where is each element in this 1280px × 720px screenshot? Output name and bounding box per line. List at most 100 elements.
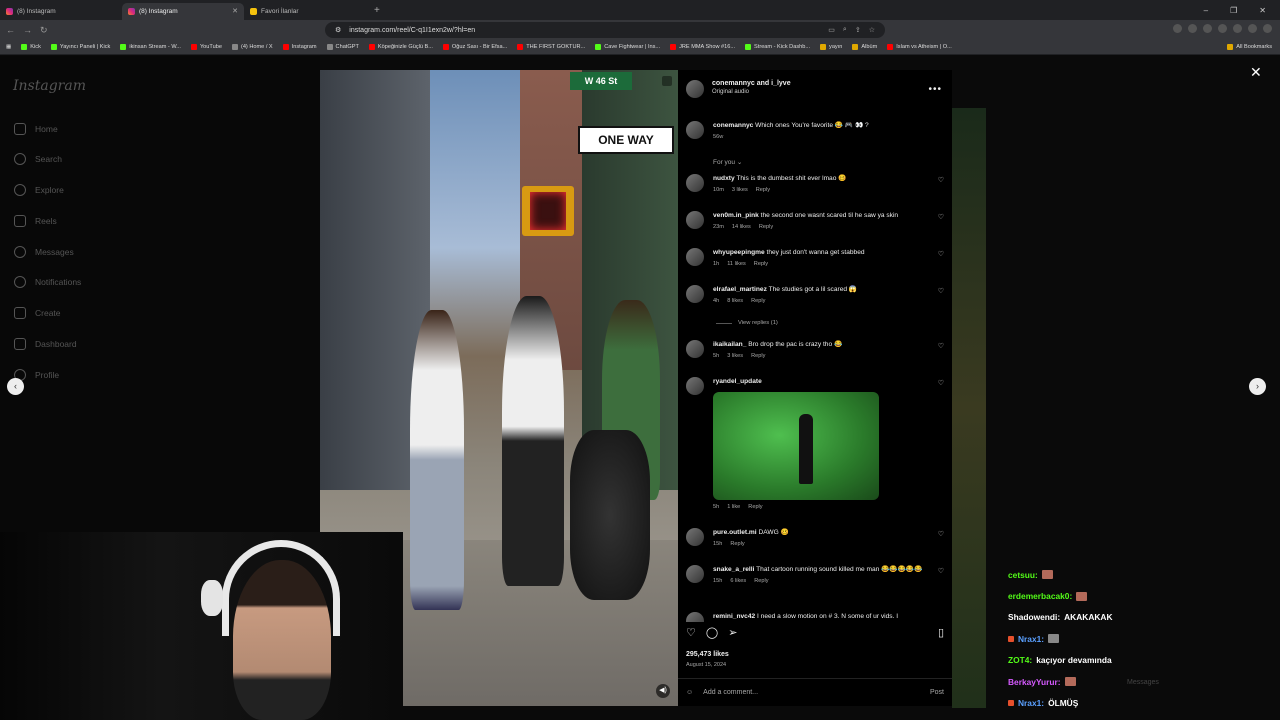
cast-icon[interactable]: ▭ [828,26,835,34]
bookmark-folder[interactable]: yayın [820,44,842,50]
sort-dropdown[interactable]: For you ⌄ [713,158,742,166]
likes-count[interactable]: 295,473 likes [686,651,729,658]
bookmark-folder[interactable]: Albüm [852,44,877,50]
more-options-icon[interactable]: ••• [928,84,942,95]
bookmark[interactable]: Islam vs Atheism | O... [887,44,952,50]
menu-icon[interactable] [1263,24,1272,33]
comment-icon[interactable]: ◯ [706,626,718,639]
sidebar-item-dashboard[interactable]: Dashboard [14,338,77,350]
avatar[interactable] [686,121,704,139]
avatar[interactable] [686,80,704,98]
bookmark[interactable]: Köpeğinizle Güçlü B... [368,44,433,50]
reply-button[interactable]: Reply [759,224,773,230]
heart-icon[interactable]: ♡ [938,530,944,547]
extension-icon[interactable] [1203,24,1212,33]
post-button[interactable]: Post [930,689,944,696]
bookmark[interactable]: (4) Home / X [231,44,273,50]
close-window-icon[interactable]: ✕ [1259,6,1266,15]
extension-icon[interactable] [1173,24,1182,33]
avatar[interactable] [686,340,704,358]
mute-icon[interactable]: ◀) [656,684,670,698]
heart-icon[interactable]: ♡ [938,379,944,510]
comment-input[interactable]: Add a comment... [703,689,758,696]
sidebar-item-messages[interactable]: Messages [14,246,74,258]
next-arrow-icon[interactable]: › [1249,378,1266,395]
sidebar-item-create[interactable]: Create [14,307,61,319]
reply-button[interactable]: Reply [754,578,768,584]
bookmark[interactable]: YouTube [190,44,222,50]
tab-favori[interactable]: Favori İlanlar [244,3,366,20]
close-icon[interactable]: ✕ [1250,64,1262,81]
bookmark[interactable]: Oğuz Sası - Bir Efsa... [442,44,507,50]
bookmark[interactable]: Stream - Kick Dashb... [745,44,810,50]
avatar[interactable] [686,211,704,229]
heart-icon[interactable]: ♡ [938,567,944,584]
audio-label[interactable]: Original audio [712,89,791,95]
tab-instagram-2[interactable]: (8) Instagram ✕ [122,2,244,20]
username[interactable]: elrafael_martinez [713,286,767,293]
previous-arrow-icon[interactable]: ‹ [7,378,24,395]
avatar[interactable] [686,565,704,583]
username[interactable]: conemannyc [713,122,753,129]
bookmark[interactable]: ChatGPT [326,44,359,50]
minimize-icon[interactable]: – [1204,6,1208,15]
reply-button[interactable]: Reply [751,353,765,359]
heart-icon[interactable]: ♡ [938,250,944,267]
address-bar[interactable]: ⚙ instagram.com/reel/C-q1I1exn2w/?hl=en … [325,22,885,38]
reply-button[interactable]: Reply [748,504,762,510]
zoom-icon[interactable]: ⌕ [843,26,847,34]
share-icon[interactable]: ⇪ [855,26,861,34]
all-bookmarks[interactable]: All Bookmarks [1227,44,1280,50]
reply-button[interactable]: Reply [756,187,770,193]
like-heart-icon[interactable]: ♡ [686,626,696,639]
forward-icon[interactable]: → [23,25,32,35]
instagram-logo[interactable]: Instagram [13,78,86,94]
bookmark-star-icon[interactable]: ☆ [869,26,875,34]
username[interactable]: nudxty [713,175,735,182]
bookmark[interactable]: THE FIRST GOKTUR... [517,44,585,50]
username[interactable]: ven0m.in_pink [713,212,759,219]
avatar[interactable] [686,377,704,395]
sidebar-item-home[interactable]: Home [14,123,58,135]
avatar[interactable] [686,612,704,622]
bookmark[interactable]: Kick [21,44,41,50]
heart-icon[interactable]: ♡ [938,342,944,359]
avatar[interactable] [686,248,704,266]
avatar[interactable] [686,285,704,303]
back-icon[interactable]: ← [6,25,15,35]
messages-bar[interactable]: Messages [1127,679,1159,686]
reply-button[interactable]: Reply [754,261,768,267]
avatar[interactable] [686,528,704,546]
site-info-icon[interactable]: ⚙ [335,26,341,34]
reply-button[interactable]: Reply [730,541,744,547]
avatar[interactable] [686,174,704,192]
bookmark[interactable]: Instagram [282,44,317,50]
view-replies-button[interactable]: View replies (1) [716,320,778,326]
bookmark[interactable]: JRE MMA Show #16... [670,44,735,50]
reload-icon[interactable]: ↻ [40,25,48,36]
sidebar-item-explore[interactable]: Explore [14,184,64,196]
heart-icon[interactable]: ♡ [938,176,944,193]
extension-icon[interactable] [1248,24,1257,33]
comment-gif[interactable] [713,392,879,500]
bookmark[interactable]: Cave Fightwear | Ins... [595,44,660,50]
bookmark[interactable]: Yayıncı Paneli | Kick [50,44,110,50]
close-tab-icon[interactable]: ✕ [232,7,238,15]
new-tab-button[interactable]: + [366,5,388,16]
username[interactable]: snake_a_relli [713,566,754,573]
bookmark-icon[interactable] [662,76,672,86]
username[interactable]: ryandel_update [713,378,762,385]
username[interactable]: whyupeepingme [713,249,765,256]
extension-icon[interactable] [1233,24,1242,33]
sidebar-item-notifications[interactable]: Notifications [14,276,81,288]
username[interactable]: ikaikailan_ [713,341,746,348]
tab-instagram-1[interactable]: (8) Instagram [0,3,122,20]
restore-icon[interactable]: ❐ [1230,6,1237,15]
extension-icon[interactable] [1218,24,1227,33]
sidebar-item-search[interactable]: Search [14,153,62,165]
reply-button[interactable]: Reply [751,298,765,304]
post-author[interactable]: conemannyc and i_lyve [712,80,791,87]
username[interactable]: remini_nvc42 [713,613,755,620]
heart-icon[interactable]: ♡ [938,287,944,304]
username[interactable]: pure.outlet.mi [713,529,757,536]
